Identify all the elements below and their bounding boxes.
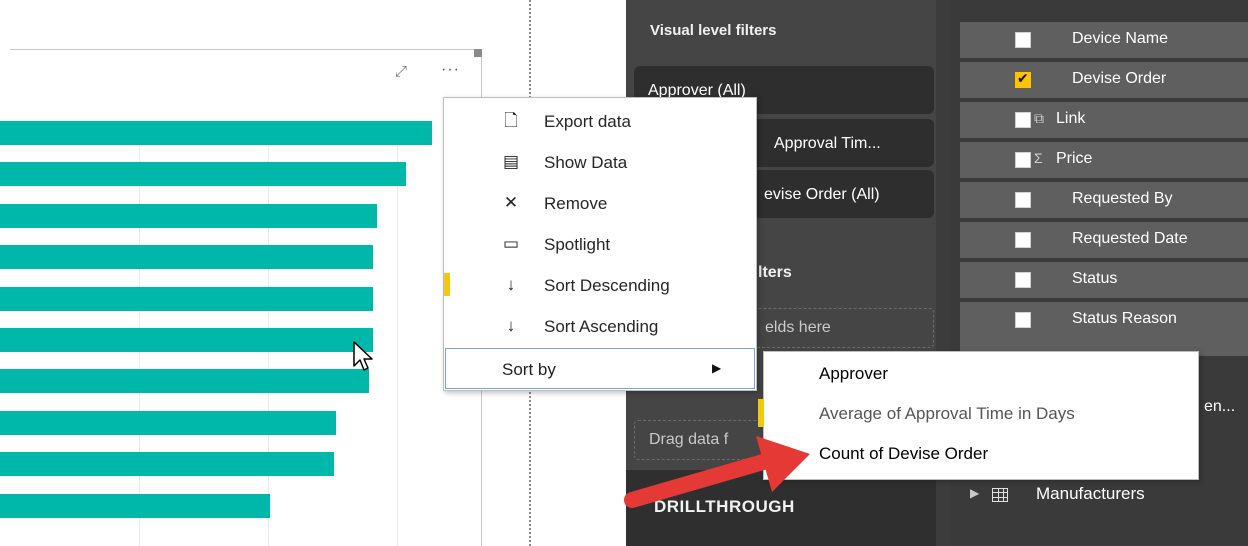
menu-item-sort-descending[interactable]: ↓ Sort Descending: [444, 265, 756, 306]
checkbox-icon[interactable]: [1015, 312, 1031, 328]
chart-bar[interactable]: [0, 328, 373, 352]
menu-item-label: Sort Descending: [544, 276, 670, 295]
expand-caret-icon[interactable]: ▶: [970, 486, 979, 500]
field-row[interactable]: Status: [960, 262, 1248, 298]
field-label: Requested By: [1072, 190, 1173, 207]
mouse-cursor-icon: [353, 341, 373, 371]
chart-bar[interactable]: [0, 286, 373, 311]
chart-bar[interactable]: [0, 203, 377, 228]
bar-chart-visual[interactable]: [0, 49, 482, 546]
focus-mode-icon[interactable]: ⤢: [395, 64, 413, 80]
checkbox-icon[interactable]: [1015, 112, 1031, 128]
menu-item-label: Sort by: [502, 360, 556, 379]
export-data-icon: 🗋: [504, 111, 518, 130]
field-row[interactable]: ⧉ Link: [960, 102, 1248, 138]
field-label: Status: [1072, 270, 1118, 287]
field-label: Status Reason: [1072, 310, 1177, 327]
field-row[interactable]: Σ Price: [960, 142, 1248, 178]
dropzone-text: elds here: [765, 319, 831, 336]
checkbox-icon[interactable]: [1015, 32, 1031, 48]
field-label: Requested Date: [1072, 230, 1188, 247]
active-sort-indicator: [444, 273, 450, 296]
table-icon: [992, 488, 1008, 502]
sort-ascending-icon: ↓: [506, 316, 516, 335]
field-label: Link: [1056, 110, 1086, 127]
visual-level-filters-heading: Visual level filters: [650, 22, 777, 39]
menu-item-sort-ascending[interactable]: ↓ Sort Ascending: [444, 306, 756, 347]
sort-option-label: Approver: [819, 364, 888, 383]
filter-card-label: Approval Tim...: [774, 135, 881, 152]
table-label: Manufacturers: [1036, 484, 1145, 503]
checkbox-checked-icon[interactable]: [1015, 70, 1031, 88]
sort-by-submenu: Approver Average of Approval Time in Day…: [758, 351, 1199, 480]
menu-item-show-data[interactable]: ▤ Show Data: [444, 142, 756, 183]
field-row[interactable]: Requested By: [960, 182, 1248, 218]
gridline: [397, 146, 398, 546]
chart-bar[interactable]: [0, 452, 335, 477]
chart-bar[interactable]: [0, 245, 373, 270]
chart-bar[interactable]: [0, 162, 406, 187]
checkbox-icon[interactable]: [1015, 232, 1031, 248]
checkbox-icon[interactable]: [1015, 272, 1031, 288]
show-data-icon: ▤: [502, 152, 520, 171]
field-row[interactable]: Status Reason: [960, 302, 1248, 338]
field-row-partial-label: en...: [1204, 398, 1236, 415]
ellipsis-icon[interactable]: ···: [441, 62, 460, 78]
link-icon: ⧉: [1034, 110, 1044, 126]
sort-option-average-approval-time[interactable]: Average of Approval Time in Days: [819, 404, 1075, 424]
active-sort-field-indicator: [758, 399, 764, 427]
sort-option-label: Count of Devise Order: [819, 444, 989, 463]
menu-item-label: Spotlight: [544, 235, 611, 254]
checkbox-icon[interactable]: [1015, 152, 1031, 168]
menu-item-sort-by[interactable]: Sort by ▶: [445, 348, 755, 389]
checkbox-icon[interactable]: [1015, 192, 1031, 208]
chart-bar[interactable]: [0, 493, 271, 518]
menu-item-label: Sort Ascending: [544, 317, 659, 336]
chart-bar[interactable]: [0, 121, 432, 145]
menu-item-label: Export data: [544, 112, 631, 131]
chart-bar[interactable]: [0, 369, 369, 394]
submenu-arrow-icon: ▶: [712, 361, 722, 375]
sort-option-approver[interactable]: Approver: [819, 364, 888, 384]
menu-item-label: Show Data: [544, 153, 628, 172]
menu-item-export-data[interactable]: 🗋 Export data: [444, 101, 756, 142]
sort-descending-icon: ↓: [506, 275, 516, 294]
filter-card-label: evise Order (All): [764, 186, 880, 203]
menu-item-remove[interactable]: ✕ Remove: [444, 183, 756, 224]
field-label: Devise Order: [1072, 70, 1167, 87]
chart-bar[interactable]: [0, 410, 337, 435]
field-row[interactable]: Requested Date: [960, 222, 1248, 258]
page-level-filters-heading: lters: [758, 264, 792, 281]
field-label: Device Name: [1072, 30, 1169, 47]
menu-item-label: Remove: [544, 194, 608, 213]
sort-option-count-devise-order[interactable]: Count of Devise Order: [819, 444, 988, 464]
field-row[interactable]: Devise Order: [960, 62, 1248, 98]
sort-option-label: Average of Approval Time in Days: [819, 404, 1075, 423]
red-annotation-arrow-icon: [624, 436, 810, 508]
remove-icon: ✕: [503, 193, 519, 212]
field-label: Price: [1056, 150, 1093, 167]
spotlight-icon: ▭: [502, 234, 520, 253]
resize-handle[interactable]: [474, 49, 482, 57]
sigma-icon: Σ: [1034, 150, 1043, 166]
menu-item-spotlight[interactable]: ▭ Spotlight: [444, 224, 756, 265]
visual-context-menu: 🗋 Export data ▤ Show Data ✕ Remove ▭ Spotlight ↓…: [443, 97, 757, 391]
field-row[interactable]: Device Name: [960, 22, 1248, 58]
